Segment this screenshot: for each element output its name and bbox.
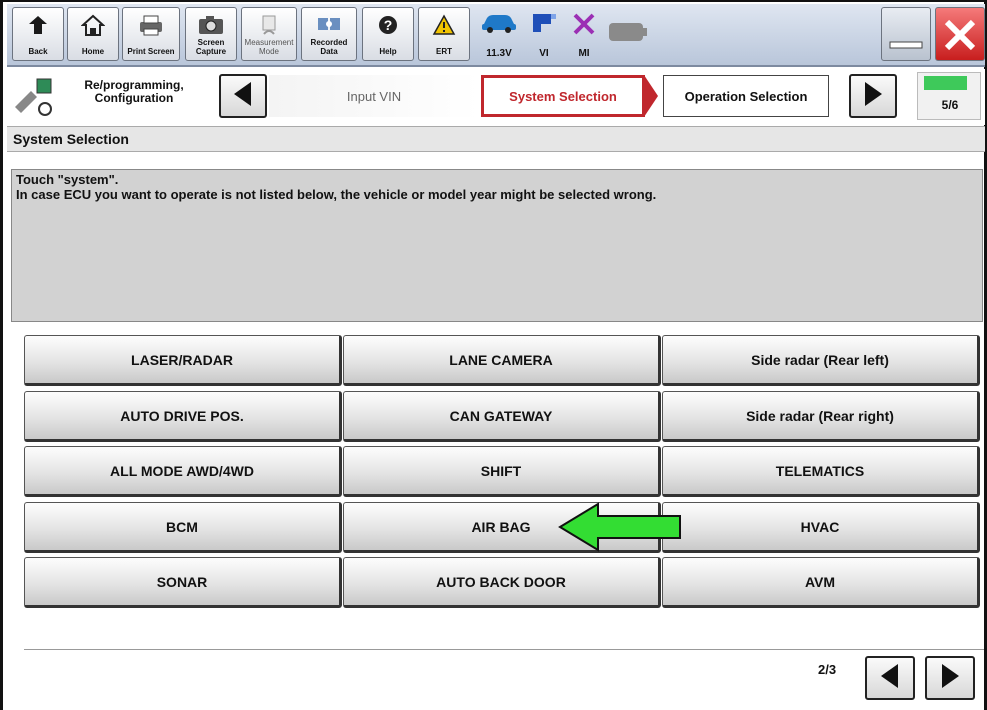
mode-title: Re/programming, Configuration — [84, 78, 184, 105]
mi-disconnected-x-icon — [570, 10, 598, 43]
app-window: Back Home Print Screen Screen Capture Me — [0, 0, 987, 710]
system-button-sonar[interactable]: SONAR — [24, 557, 342, 608]
system-button-telematics[interactable]: TELEMATICS — [662, 446, 980, 497]
system-button-label: LANE CAMERA — [449, 351, 553, 368]
system-button-label: CAN GATEWAY — [449, 407, 553, 424]
back-arrow-icon — [13, 14, 63, 41]
close-button[interactable] — [935, 7, 985, 61]
back-button[interactable]: Back — [12, 7, 64, 61]
system-button-label: LASER/RADAR — [131, 351, 233, 368]
triangle-left-icon — [231, 80, 255, 113]
screen-capture-button[interactable]: Screen Capture — [185, 7, 237, 61]
progress-indicator: 5/6 — [917, 72, 981, 120]
svg-text:?: ? — [384, 17, 393, 33]
system-button-laser-radar[interactable]: LASER/RADAR — [24, 335, 342, 386]
system-button-label: Side radar (Rear left) — [751, 351, 889, 368]
step-input-vin: Input VIN — [269, 75, 479, 117]
instruction-line-2: In case ECU you want to operate is not l… — [16, 187, 657, 202]
home-button[interactable]: Home — [67, 7, 119, 61]
system-button-side-radar-rear-right[interactable]: Side radar (Rear right) — [662, 391, 980, 442]
page-indicator: 2/3 — [818, 662, 837, 677]
system-button-lane-camera[interactable]: LANE CAMERA — [343, 335, 661, 386]
system-button-auto-drive-pos[interactable]: AUTO DRIVE POS. — [24, 391, 342, 442]
recorded-data-button[interactable]: Recorded Data — [301, 7, 357, 61]
system-button-label: ALL MODE AWD/4WD — [110, 462, 254, 479]
battery-voltage-status: 11.3V — [477, 10, 521, 60]
previous-page-button[interactable] — [865, 656, 915, 700]
previous-step-button[interactable] — [219, 74, 267, 118]
navigation-row: Re/programming, Configuration Input VIN … — [7, 69, 985, 125]
help-button[interactable]: ? Help — [362, 7, 414, 61]
progress-text: 5/6 — [941, 98, 959, 112]
close-x-icon — [936, 16, 984, 59]
system-button-avm[interactable]: AVM — [662, 557, 980, 608]
system-button-side-radar-rear-left[interactable]: Side radar (Rear left) — [662, 335, 980, 386]
pointer-arrow-icon — [558, 502, 684, 557]
home-icon — [68, 14, 118, 43]
measurement-gauge-icon — [242, 14, 296, 41]
system-button-hvac[interactable]: HVAC — [662, 502, 980, 553]
system-button-grid: LASER/RADAR LANE CAMERA Side radar (Rear l… — [24, 335, 982, 615]
system-button-label: SHIFT — [480, 462, 522, 479]
divider — [24, 649, 984, 650]
system-button-label: AUTO DRIVE POS. — [120, 407, 244, 424]
system-button-label: AVM — [804, 573, 836, 590]
section-title: System Selection — [7, 126, 985, 152]
battery-indicator-icon — [607, 21, 649, 48]
system-button-label: Side radar (Rear right) — [746, 407, 894, 424]
triangle-right-icon — [938, 662, 962, 695]
camera-icon — [186, 14, 236, 41]
system-button-all-mode-awd-4wd[interactable]: ALL MODE AWD/4WD — [24, 446, 342, 497]
progress-bar — [924, 76, 967, 90]
system-button-can-gateway[interactable]: CAN GATEWAY — [343, 391, 661, 442]
vi-status: VI — [527, 10, 561, 60]
system-button-label: TELEMATICS — [775, 462, 865, 479]
system-button-label: HVAC — [800, 518, 840, 535]
top-toolbar: Back Home Print Screen Screen Capture Me — [7, 4, 985, 67]
vi-connector-icon — [529, 10, 559, 41]
next-page-button[interactable] — [925, 656, 975, 700]
system-button-label: AIR BAG — [471, 518, 531, 535]
instruction-line-1: Touch "system". — [16, 172, 119, 187]
system-button-bcm[interactable]: BCM — [24, 502, 342, 553]
mi-status: MI — [567, 10, 601, 60]
step-operation-selection: Operation Selection — [663, 75, 829, 117]
vehicle-icon — [480, 10, 518, 39]
measurement-mode-button[interactable]: Measurement Mode — [241, 7, 297, 61]
minimize-button[interactable] — [881, 7, 931, 61]
recorded-data-icon — [302, 14, 356, 41]
system-button-auto-back-door[interactable]: AUTO BACK DOOR — [343, 557, 661, 608]
system-button-label: SONAR — [156, 573, 208, 590]
triangle-left-icon — [878, 662, 902, 695]
system-button-shift[interactable]: SHIFT — [343, 446, 661, 497]
step-system-selection: System Selection — [481, 75, 645, 117]
system-button-label: AUTO BACK DOOR — [436, 573, 566, 590]
printer-icon — [123, 14, 179, 41]
reprogramming-icon — [11, 77, 55, 122]
instruction-box: Touch "system". In case ECU you want to … — [11, 169, 983, 322]
system-button-label: BCM — [166, 518, 198, 535]
help-question-icon: ? — [363, 14, 413, 41]
triangle-right-icon — [861, 80, 885, 113]
print-screen-button[interactable]: Print Screen — [122, 7, 180, 61]
step-arrow-icon — [644, 75, 658, 122]
ert-button[interactable]: ERT — [418, 7, 470, 61]
minimize-icon — [882, 38, 930, 56]
next-step-button[interactable] — [849, 74, 897, 118]
warning-triangle-icon — [419, 14, 469, 41]
